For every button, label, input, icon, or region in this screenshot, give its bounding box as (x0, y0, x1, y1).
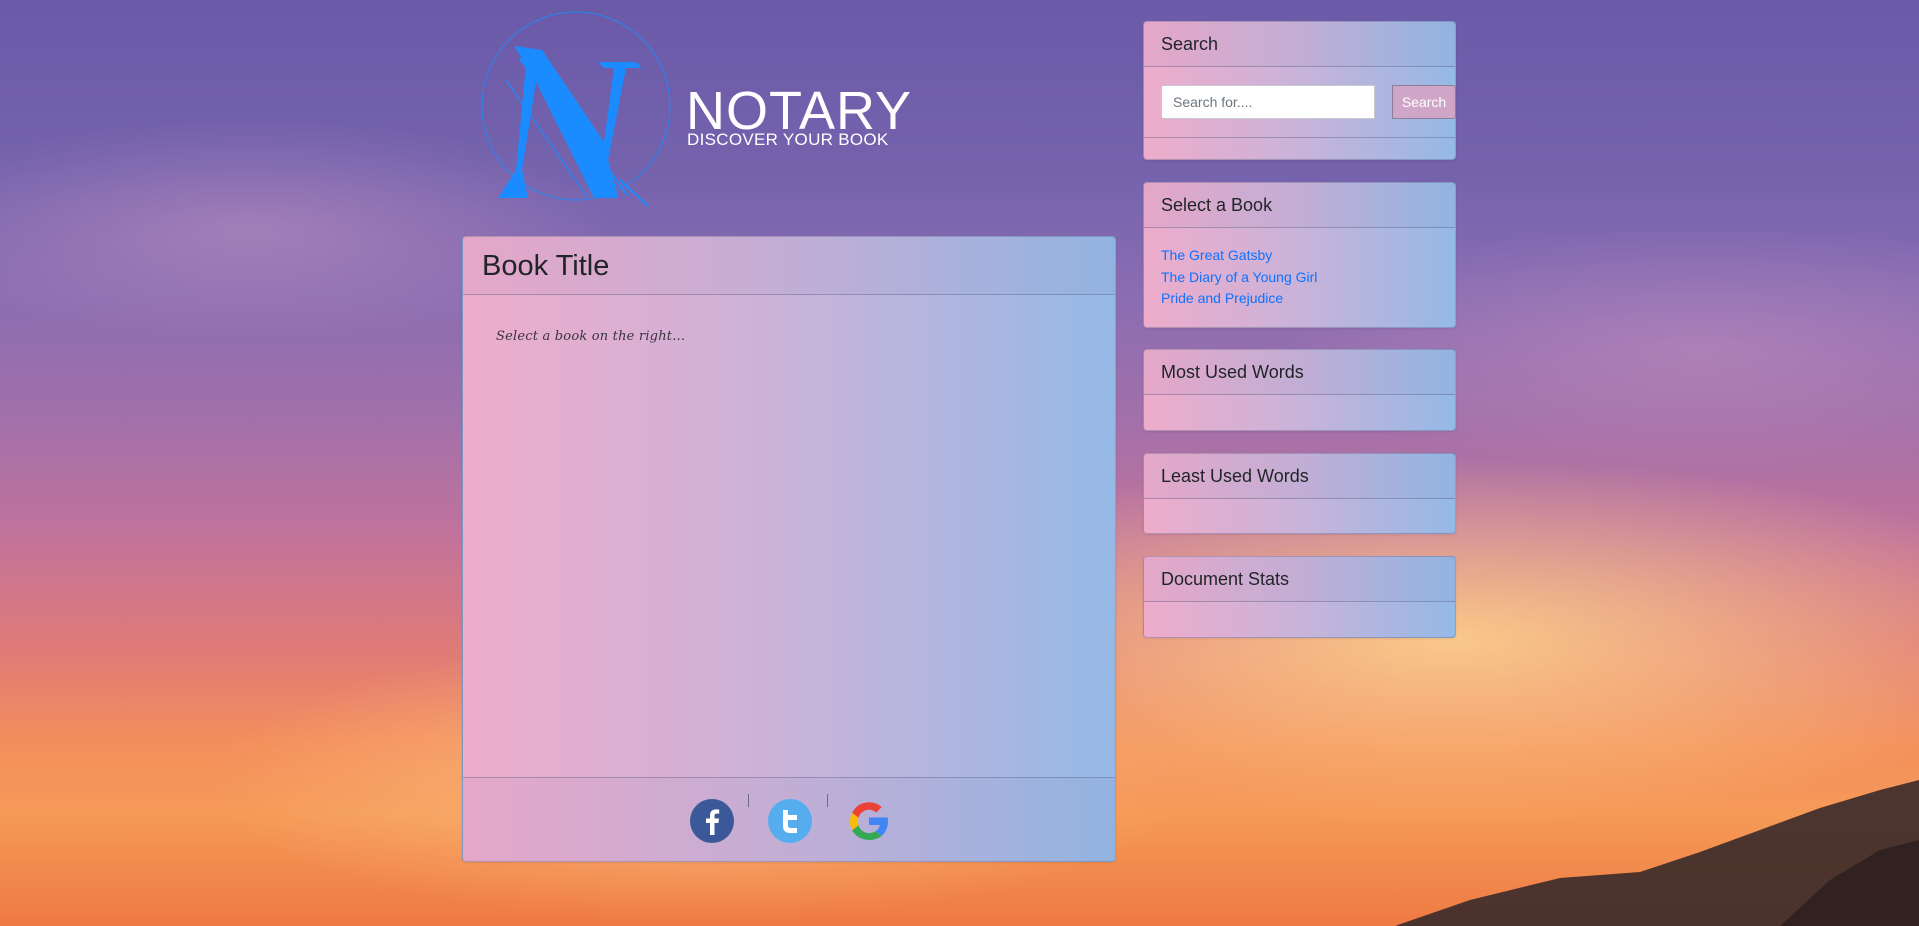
brand-tagline: DISCOVER YOUR BOOK (687, 130, 889, 149)
book-link-great-gatsby[interactable]: The Great Gatsby (1161, 247, 1272, 263)
document-stats-title: Document Stats (1144, 557, 1455, 602)
list-item: The Diary of a Young Girl (1161, 267, 1438, 289)
book-content-card: Book Title Select a book on the right... (462, 236, 1116, 862)
logo-emblem (481, 11, 671, 207)
list-item: The Great Gatsby (1161, 245, 1438, 267)
search-card-title: Search (1144, 22, 1455, 67)
search-row: Search (1161, 85, 1456, 119)
least-used-words-title: Least Used Words (1144, 454, 1455, 499)
google-icon (850, 802, 888, 840)
footer-separator (827, 794, 828, 807)
search-card: Search Search (1143, 21, 1456, 160)
book-list: The Great Gatsby The Diary of a Young Gi… (1144, 228, 1455, 327)
book-link-pride-prejudice[interactable]: Pride and Prejudice (1161, 290, 1283, 306)
book-placeholder-text: Select a book on the right... (496, 329, 686, 344)
twitter-icon (768, 799, 812, 843)
select-book-card: Select a Book The Great Gatsby The Diary… (1143, 182, 1456, 328)
search-card-footer (1144, 137, 1455, 138)
google-button[interactable] (846, 798, 892, 844)
book-title: Book Title (463, 237, 1115, 295)
least-used-words-card: Least Used Words (1143, 453, 1456, 534)
search-button[interactable]: Search (1392, 85, 1456, 119)
document-stats-card: Document Stats (1143, 556, 1456, 638)
facebook-icon (690, 799, 734, 843)
search-input[interactable] (1161, 85, 1375, 119)
most-used-words-card: Most Used Words (1143, 349, 1456, 431)
social-footer (463, 777, 1115, 861)
footer-separator (748, 794, 749, 807)
most-used-words-title: Most Used Words (1144, 350, 1455, 395)
list-item: Pride and Prejudice (1161, 288, 1438, 310)
book-link-diary-young-girl[interactable]: The Diary of a Young Girl (1161, 269, 1317, 285)
select-book-title: Select a Book (1144, 183, 1455, 228)
book-content-body: Select a book on the right... (463, 295, 1115, 783)
twitter-button[interactable] (767, 798, 813, 844)
facebook-button[interactable] (689, 798, 735, 844)
